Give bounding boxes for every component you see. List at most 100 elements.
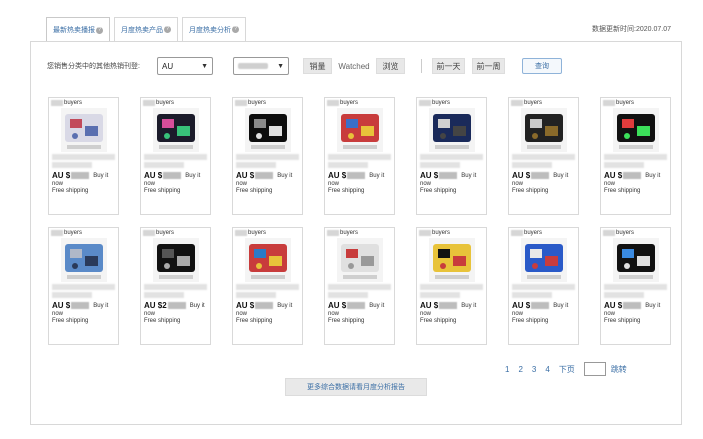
page-1-link[interactable]: 1: [505, 365, 509, 374]
buy-it-label: Buy it: [93, 172, 109, 179]
buy-it-label: Buy it: [461, 302, 477, 309]
shipping-label: Free shipping: [604, 188, 641, 194]
product-card[interactable]: buyers AU $ Buy it now Free shipping: [416, 97, 487, 215]
buy-it-label: Buy it: [185, 172, 201, 179]
title-blurred: [144, 284, 207, 290]
sort-views-button[interactable]: 浏览: [376, 58, 405, 74]
price-row: AU $2 Buy it: [141, 301, 210, 310]
price-row: AU $ Buy it: [325, 171, 394, 180]
buyers-label: buyers: [156, 230, 175, 236]
filter-row: 您销售分类中的其他热销刊登: AU ▼ ▼ 销量 Watched 浏览 前一天 …: [47, 56, 562, 76]
prev-day-button[interactable]: 前一天: [432, 58, 465, 74]
price-row: AU $ Buy it: [141, 171, 210, 180]
tab-monthly-analysis[interactable]: 月度热卖分析 ?: [182, 17, 246, 41]
aluminium-channel-product-image[interactable]: [60, 238, 107, 282]
terminal-assortment-product-image[interactable]: [336, 108, 383, 152]
title-blurred: [144, 154, 207, 160]
buy-it-label: Buy it: [553, 302, 569, 309]
title-blurred: [512, 292, 552, 298]
prev-week-button[interactable]: 前一周: [472, 58, 505, 74]
product-card[interactable]: buyers AU $ Buy it now Free shipping: [508, 97, 579, 215]
jump-button[interactable]: 跳转: [611, 364, 627, 375]
led-strip-product-image[interactable]: [152, 108, 199, 152]
sort-watched-button[interactable]: Watched: [337, 58, 371, 74]
sort-sales-button[interactable]: 销量: [303, 58, 332, 74]
next-page-link[interactable]: 下页: [559, 364, 575, 375]
buy-it-label: Buy it: [645, 302, 661, 309]
title-blurred: [52, 292, 92, 298]
title-blurred: [512, 162, 552, 168]
price-blurred: [255, 172, 274, 179]
fuse-assortment-product-image[interactable]: [336, 238, 383, 282]
buyers-label: buyers: [524, 100, 543, 106]
product-card[interactable]: buyers AU $ Buy it now Free shipping: [232, 227, 303, 345]
title-blurred: [236, 292, 276, 298]
product-card[interactable]: buyers AU $ Buy it now Free shipping: [48, 227, 119, 345]
help-icon[interactable]: ?: [96, 26, 103, 34]
page-4-link[interactable]: 4: [545, 365, 549, 374]
price-row: AU $ Buy it: [233, 301, 302, 310]
product-card[interactable]: buyers AU $ Buy it now Free shipping: [508, 227, 579, 345]
buyers-label: buyers: [524, 230, 543, 236]
fuse-box-product-image[interactable]: [244, 238, 291, 282]
light-bar-product-image[interactable]: [428, 108, 475, 152]
main-panel: 您销售分类中的其他热销刊登: AU ▼ ▼ 销量 Watched 浏览 前一天 …: [30, 41, 682, 425]
black-tube-product-image[interactable]: [152, 238, 199, 282]
more-report-button[interactable]: 更多综合数据请看月度分析报告: [285, 378, 427, 396]
buyer-count-blurred: [327, 230, 339, 236]
product-card[interactable]: buyers AU $ Buy it now Free shipping: [48, 97, 119, 215]
title-blurred: [328, 154, 391, 160]
shipping-label: Free shipping: [144, 318, 181, 324]
buyer-count-blurred: [603, 230, 615, 236]
driving-lights-product-image[interactable]: [428, 238, 475, 282]
price-blurred: [255, 302, 274, 309]
page-jump-input[interactable]: [583, 362, 606, 376]
card-header: buyers: [233, 228, 302, 238]
now-label: now: [144, 311, 156, 317]
headlight-kit-product-image[interactable]: [520, 238, 567, 282]
buy-it-label: Buy it: [369, 172, 385, 179]
price-prefix: AU $: [420, 171, 439, 180]
product-card[interactable]: buyers AU $ Buy it now Free shipping: [324, 227, 395, 345]
buyer-count-blurred: [327, 100, 339, 106]
product-card[interactable]: buyers AU $ Buy it now Free shipping: [324, 97, 395, 215]
buyers-label: buyers: [156, 100, 175, 106]
led-reel-product-image[interactable]: [244, 108, 291, 152]
title-blurred: [236, 154, 299, 160]
product-card[interactable]: buyers AU $ Buy it now Free shipping: [140, 97, 211, 215]
product-card[interactable]: buyers AU $ Buy it now Free shipping: [600, 97, 671, 215]
tab-label: 月度热卖分析: [189, 26, 231, 34]
page-3-link[interactable]: 3: [532, 365, 536, 374]
page-2-link[interactable]: 2: [518, 365, 522, 374]
buyers-label: buyers: [248, 100, 267, 106]
price-prefix: AU $: [236, 171, 255, 180]
price-row: AU $ Buy it: [417, 171, 486, 180]
buy-it-label: Buy it: [645, 172, 661, 179]
tab-monthly-products[interactable]: 月度热卖产品 ?: [114, 17, 178, 41]
query-button[interactable]: 查询: [522, 58, 562, 74]
title-blurred: [328, 284, 391, 290]
title-blurred: [236, 162, 276, 168]
help-icon[interactable]: ?: [232, 26, 239, 33]
category-select[interactable]: ▼: [233, 57, 289, 75]
bulb-set-product-image[interactable]: [520, 108, 567, 152]
product-card[interactable]: buyers AU $ Buy it now Free shipping: [416, 227, 487, 345]
now-label: now: [52, 311, 64, 317]
connector-product-image[interactable]: [60, 108, 107, 152]
now-label: now: [604, 311, 616, 317]
buyer-count-blurred: [603, 100, 615, 106]
card-header: buyers: [49, 228, 118, 238]
price-blurred: [439, 172, 458, 179]
product-card[interactable]: buyers AU $ Buy it now Free shipping: [232, 97, 303, 215]
card-header: buyers: [601, 98, 670, 108]
buyer-count-blurred: [419, 230, 431, 236]
price-blurred: [71, 302, 90, 309]
led-bulb-kit-product-image[interactable]: [612, 238, 659, 282]
product-card[interactable]: buyers AU $2 Buy it now Free shipping: [140, 227, 211, 345]
rgb-kit-product-image[interactable]: [612, 108, 659, 152]
help-icon[interactable]: ?: [164, 26, 171, 33]
country-select[interactable]: AU ▼: [157, 57, 213, 75]
price-row: AU $ Buy it: [601, 301, 670, 310]
tab-latest-hot[interactable]: 最新热卖播报 ?: [46, 17, 110, 42]
product-card[interactable]: buyers AU $ Buy it now Free shipping: [600, 227, 671, 345]
